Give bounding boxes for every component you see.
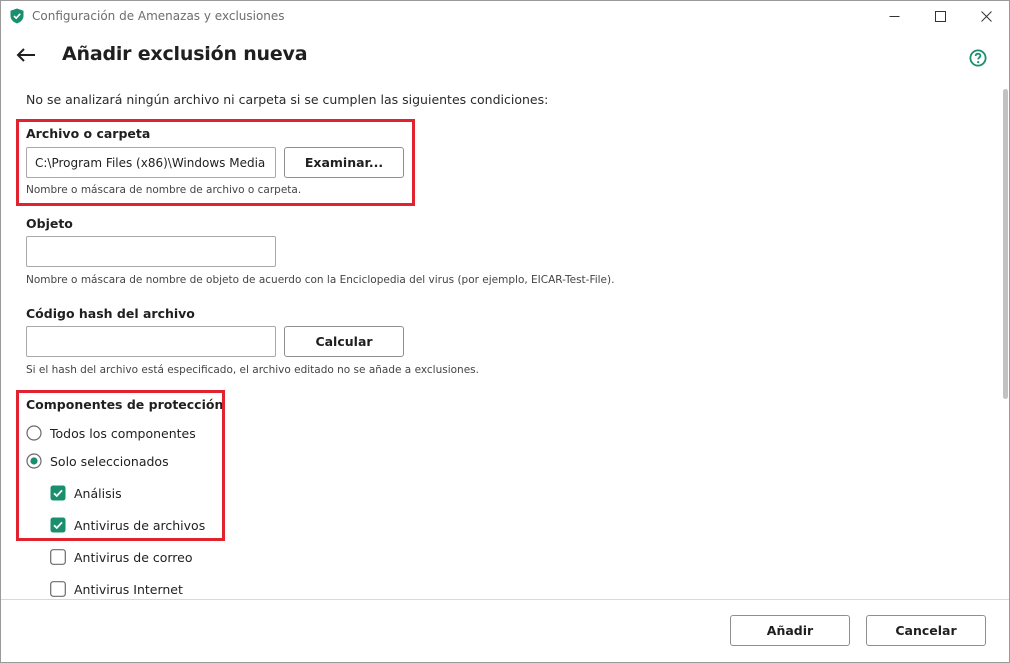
checkbox-mail-antivirus[interactable]: [50, 549, 66, 565]
scrollbar-thumb[interactable]: [1003, 89, 1008, 399]
file-hash-input[interactable]: [26, 326, 276, 357]
protection-components-highlight: [16, 390, 225, 541]
maximize-button[interactable]: [917, 1, 963, 31]
calculate-button[interactable]: Calcular: [284, 326, 404, 357]
back-arrow-icon[interactable]: [15, 44, 37, 66]
file-hash-label: Código hash del archivo: [26, 306, 195, 321]
object-label: Objeto: [26, 216, 73, 231]
file-hash-hint: Si el hash del archivo está especificado…: [26, 364, 479, 376]
checkbox-web-antivirus-label[interactable]: Antivirus Internet: [74, 582, 183, 597]
window-title: Configuración de Amenazas y exclusiones: [32, 9, 285, 23]
checkbox-mail-antivirus-label[interactable]: Antivirus de correo: [74, 550, 193, 565]
intro-text: No se analizará ningún archivo ni carpet…: [26, 92, 549, 107]
minimize-button[interactable]: [871, 1, 917, 31]
page-title: Añadir exclusión nueva: [62, 43, 308, 65]
footer: Añadir Cancelar: [1, 600, 1009, 662]
object-input[interactable]: [26, 236, 276, 267]
title-bar[interactable]: Configuración de Amenazas y exclusiones: [1, 1, 1009, 31]
add-button[interactable]: Añadir: [730, 615, 850, 646]
cancel-button[interactable]: Cancelar: [866, 615, 986, 646]
close-button[interactable]: [963, 1, 1009, 31]
kaspersky-shield-icon: [10, 8, 24, 24]
maximize-icon: [934, 10, 946, 22]
close-icon: [980, 10, 992, 22]
help-icon[interactable]: [969, 49, 987, 67]
minimize-icon: [889, 15, 899, 17]
object-hint: Nombre o máscara de nombre de objeto de …: [26, 274, 615, 286]
file-or-folder-highlight: [16, 119, 415, 206]
checkbox-web-antivirus[interactable]: [50, 581, 66, 597]
settings-window: Configuración de Amenazas y exclusiones …: [0, 0, 1010, 663]
